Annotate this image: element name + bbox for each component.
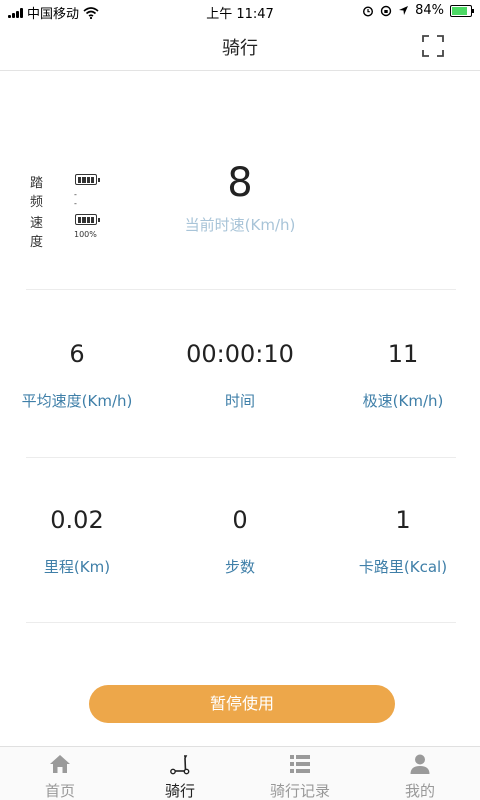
tab-riding-label: 骑行 — [164, 782, 195, 800]
steps-label: 步数 — [224, 558, 255, 576]
distance-stat: 0.02 里程(Km) — [0, 506, 157, 577]
tab-records[interactable]: 骑行记录 — [240, 747, 360, 800]
divider — [26, 457, 456, 458]
rotation-lock-icon — [380, 5, 392, 16]
speed-indicator-label: 速度 — [30, 216, 44, 250]
current-speed-label: 当前时速(Km/h) — [184, 216, 296, 234]
tab-records-label: 骑行记录 — [269, 782, 330, 800]
cadence-label: 踏频 — [30, 176, 44, 210]
tab-riding[interactable]: 骑行 — [120, 747, 240, 800]
alarm-icon — [363, 5, 374, 17]
battery-icon — [450, 4, 474, 17]
battery-percent: 84% — [415, 3, 444, 18]
tab-home[interactable]: 首页 — [0, 747, 120, 800]
person-icon — [410, 754, 430, 774]
distance-value: 0.02 — [50, 506, 104, 534]
divider — [26, 289, 456, 290]
avg-speed-stat: 6 平均速度(Km/h) — [0, 340, 157, 411]
tab-bar: 首页 骑行 骑行记录 我的 — [0, 746, 480, 800]
status-bar: 中国移动 上午 11:47 84% — [0, 0, 480, 22]
calories-value: 1 — [395, 506, 411, 534]
home-icon — [50, 755, 70, 773]
max-speed-value: 11 — [387, 340, 419, 368]
steps-stat: 0 步数 — [160, 506, 320, 577]
status-right: 84% — [362, 3, 474, 18]
max-speed-label: 极速(Km/h) — [362, 392, 444, 410]
list-icon — [290, 755, 310, 773]
divider — [26, 622, 456, 623]
distance-label: 里程(Km) — [43, 558, 111, 576]
stats-row-1: 6 平均速度(Km/h) 00:00:10 时间 11 极速(Km/h) — [0, 340, 480, 430]
tab-profile[interactable]: 我的 — [360, 747, 480, 800]
duration-label: 时间 — [224, 392, 255, 410]
speed-indicator-value: 100% — [74, 230, 97, 239]
stats-row-2: 0.02 里程(Km) 0 步数 1 卡路里(Kcal) — [0, 506, 480, 596]
riding-screen: 中国移动 上午 11:47 84% 骑行 踏频 -- 速度 100% 8 当前时… — [0, 0, 480, 800]
tab-profile-label: 我的 — [404, 782, 435, 800]
speed-battery-icon — [75, 214, 100, 225]
battery-fill — [452, 6, 467, 15]
calories-label: 卡路里(Kcal) — [358, 558, 448, 576]
pause-button[interactable]: 暂停使用 — [89, 685, 395, 723]
location-icon — [399, 6, 409, 15]
nav-bar: 骑行 — [0, 22, 480, 71]
tab-home-label: 首页 — [44, 782, 75, 800]
steps-value: 0 — [232, 506, 248, 534]
fullscreen-icon[interactable] — [422, 35, 444, 57]
current-speed-value: 8 — [227, 160, 253, 206]
avg-speed-value: 6 — [69, 340, 85, 368]
page-title: 骑行 — [222, 38, 258, 59]
scooter-icon — [170, 755, 190, 775]
max-speed-stat: 11 极速(Km/h) — [323, 340, 480, 411]
cadence-value: -- — [74, 190, 77, 208]
avg-speed-label: 平均速度(Km/h) — [21, 392, 133, 410]
duration-value: 00:00:10 — [186, 340, 294, 368]
cadence-battery-icon — [75, 174, 100, 185]
duration-stat: 00:00:10 时间 — [160, 340, 320, 411]
current-speed: 8 当前时速(Km/h) — [150, 160, 330, 235]
calories-stat: 1 卡路里(Kcal) — [323, 506, 480, 577]
